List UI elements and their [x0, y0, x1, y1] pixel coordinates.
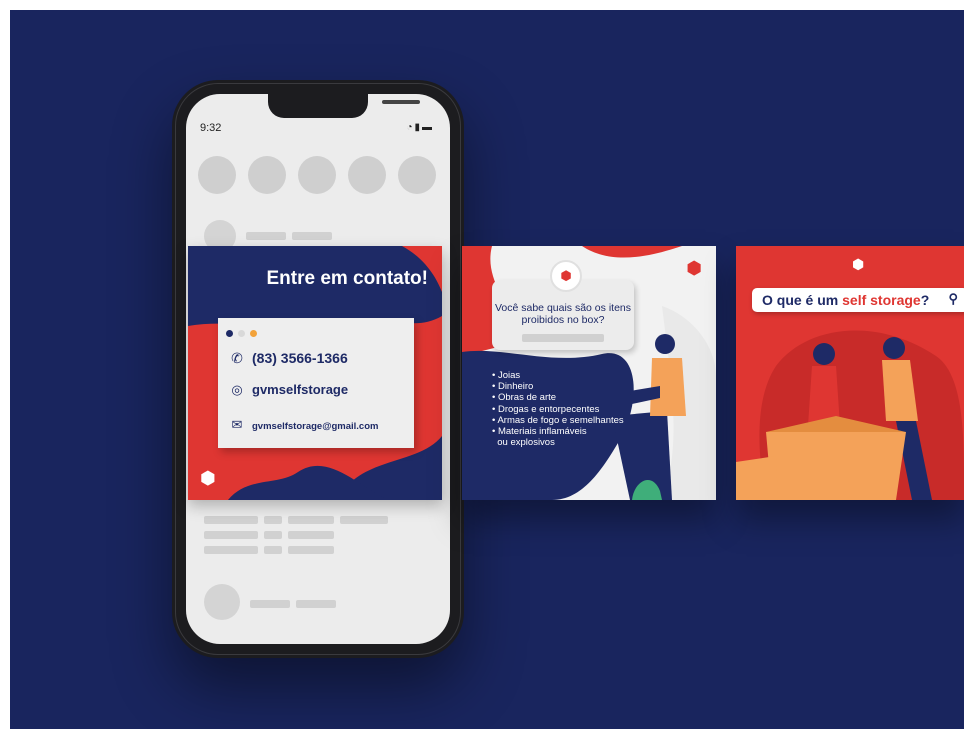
placeholder-line	[246, 232, 286, 240]
search-icon[interactable]: ⚲	[948, 291, 958, 307]
speaker-grille	[382, 100, 420, 104]
mockup-stage: 9:32 ◔▮▬ Entre em contato! ✆ (83) 3566-1…	[10, 10, 964, 729]
status-time: 9:32	[200, 122, 222, 134]
contact-instagram-row[interactable]: ◎ gvmselfstorage	[230, 382, 348, 398]
placeholder-line	[204, 546, 258, 554]
placeholder-line	[522, 334, 604, 342]
window-dots	[226, 324, 262, 342]
dot-navy	[226, 330, 233, 337]
status-icons: ◔▮▬	[406, 122, 434, 133]
contact-card: ✆ (83) 3566-1366 ◎ gvmselfstorage ✉ gvmself…	[218, 318, 414, 448]
illustration	[736, 330, 964, 500]
box-logo-icon: ⬢	[200, 468, 216, 488]
question-text: Você sabe quais são os itens proibidos n…	[494, 302, 631, 326]
placeholder-line	[264, 516, 282, 524]
forbidden-items-post: Você sabe quais são os itens proibidos n…	[462, 246, 716, 500]
phone-number: (83) 3566-1366	[252, 350, 348, 366]
search-bar[interactable]: O que é um self storage? ⚲	[752, 288, 964, 312]
story-avatar[interactable]	[398, 156, 436, 194]
whatsapp-icon: ✆	[231, 350, 243, 366]
list-item: • Dinheiro	[492, 381, 534, 393]
phone-notch	[268, 94, 420, 118]
placeholder-line	[340, 516, 388, 524]
contact-post: Entre em contato! ✆ (83) 3566-1366 ◎ gvmse…	[188, 246, 442, 500]
dot-gray	[238, 330, 245, 337]
story-avatar[interactable]	[198, 156, 236, 194]
placeholder-line	[264, 531, 282, 539]
placeholder-line	[204, 516, 258, 524]
email-address: gvmselfstorage@gmail.com	[252, 421, 379, 432]
list-item: • Materiais inflamáveis	[492, 426, 587, 438]
list-item: • Armas de fogo e semelhantes	[492, 414, 624, 426]
story-avatar[interactable]	[348, 156, 386, 194]
contact-email-row[interactable]: ✉ gvmselfstorage@gmail.com	[230, 417, 379, 433]
search-suffix: ?	[920, 292, 930, 308]
placeholder-line	[250, 600, 290, 608]
placeholder-line	[288, 531, 334, 539]
forbidden-items-list: • Joias • Dinheiro • Obras de arte • Dro…	[492, 370, 624, 448]
story-avatar[interactable]	[298, 156, 336, 194]
placeholder-line	[296, 600, 336, 608]
instagram-handle: gvmselfstorage	[252, 382, 349, 397]
post-author-avatar[interactable]	[204, 584, 240, 620]
list-item: ou explosivos	[492, 437, 555, 449]
battery-icon: ▬	[422, 122, 434, 133]
search-query: O que é um self storage?	[762, 292, 929, 308]
dot-orange	[250, 330, 257, 337]
story-avatar[interactable]	[248, 156, 286, 194]
contact-phone-row[interactable]: ✆ (83) 3566-1366	[230, 350, 348, 367]
box-logo-icon: ⬢	[852, 256, 865, 272]
self-storage-post: ⬢ O que é um self storage? ⚲	[736, 246, 964, 500]
placeholder-line	[204, 531, 258, 539]
list-item: • Obras de arte	[492, 392, 557, 404]
placeholder-line	[288, 516, 334, 524]
search-prefix: O que é um	[762, 292, 843, 308]
contact-title: Entre em contato!	[266, 268, 428, 289]
instagram-icon: ◎	[231, 382, 243, 397]
box-logo-icon: ⬢	[686, 258, 702, 278]
search-highlight: self storage	[842, 292, 921, 308]
mail-icon: ✉	[231, 417, 243, 432]
list-item: • Drogas e entorpecentes	[492, 403, 600, 415]
box-logo-icon: ⬢	[550, 260, 582, 292]
placeholder-line	[292, 232, 332, 240]
signal-icon: ▮	[414, 122, 422, 133]
list-item: • Joias	[492, 370, 521, 381]
placeholder-line	[288, 546, 334, 554]
placeholder-line	[264, 546, 282, 554]
